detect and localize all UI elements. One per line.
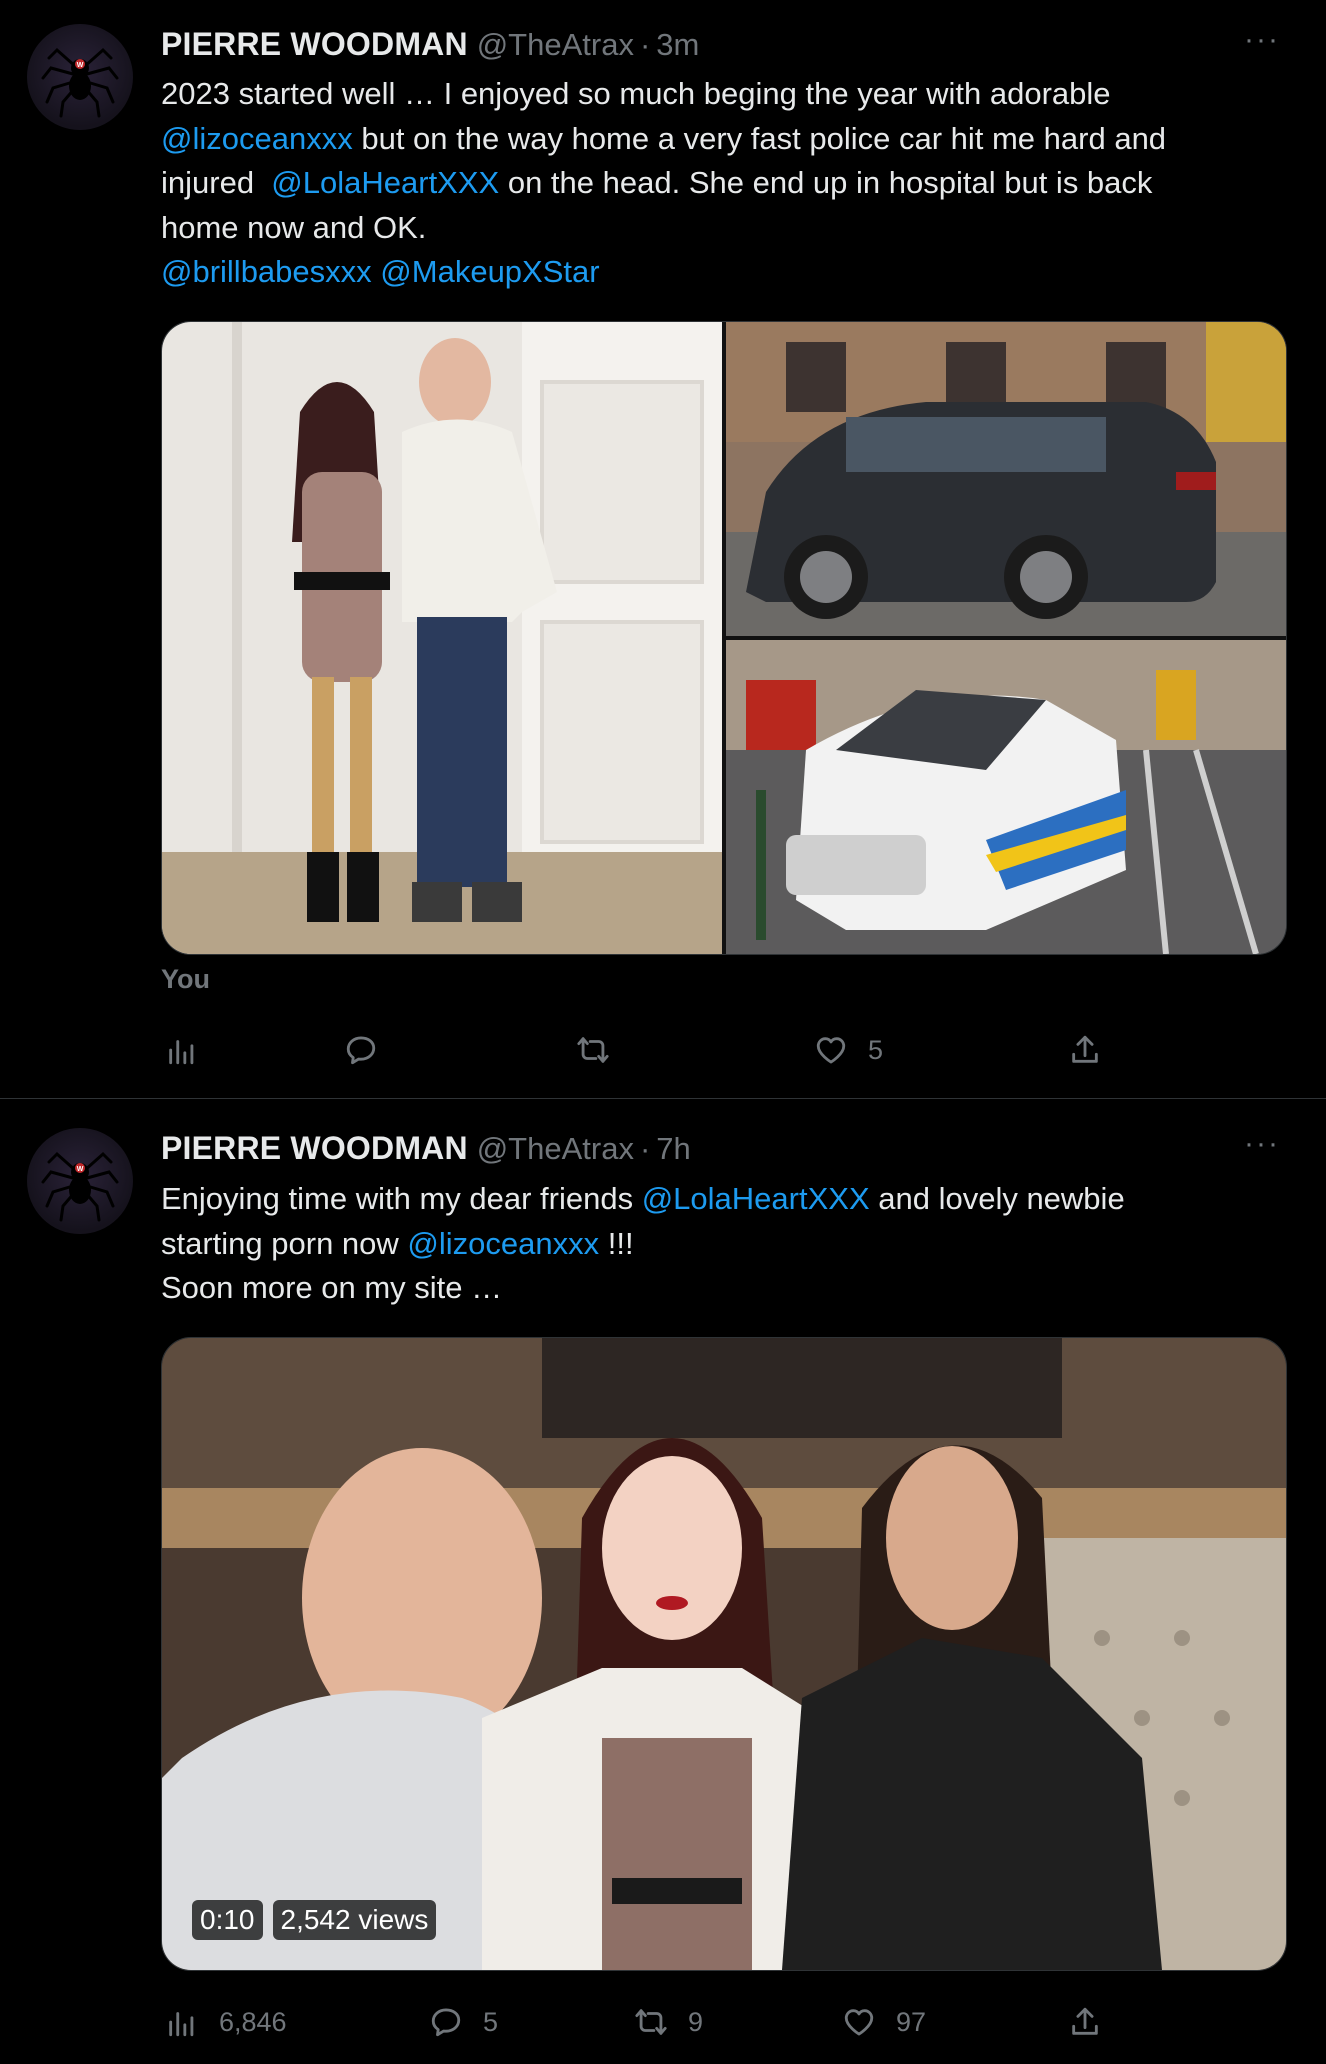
photo-suv[interactable] bbox=[726, 322, 1286, 636]
text-line: starting porn now bbox=[161, 1225, 408, 1261]
timestamp[interactable]: 7h bbox=[656, 1131, 690, 1166]
view-count: 6,846 bbox=[219, 2006, 287, 2037]
video-badges: 0:10 2,542 views bbox=[192, 1900, 437, 1940]
separator: · bbox=[639, 27, 651, 62]
share-button[interactable] bbox=[1068, 1025, 1102, 1075]
video-thumbnail bbox=[162, 1338, 1286, 1970]
retweet-icon bbox=[577, 1037, 609, 1063]
timestamp[interactable]: 3m bbox=[656, 27, 699, 62]
video-player[interactable]: 0:10 2,542 views bbox=[161, 1337, 1287, 1971]
svg-text:W: W bbox=[77, 62, 84, 69]
video-duration: 0:10 bbox=[192, 1900, 263, 1940]
mention-link[interactable]: @brillbabesxxx bbox=[161, 254, 372, 289]
more-icon[interactable]: ··· bbox=[1242, 25, 1282, 66]
analytics-icon bbox=[169, 1040, 194, 1065]
analytics-button[interactable] bbox=[165, 1025, 199, 1075]
text-line: injured bbox=[161, 165, 272, 201]
retweet-button[interactable] bbox=[576, 1025, 610, 1075]
share-icon bbox=[1072, 1035, 1098, 1063]
text-line: and lovely newbie bbox=[869, 1181, 1125, 1216]
share-icon bbox=[1072, 2007, 1098, 2035]
spider-logo-icon: W bbox=[41, 1151, 119, 1222]
mention-link[interactable]: @lizoceanxxx bbox=[161, 121, 353, 156]
more-icon[interactable]: ··· bbox=[1242, 1129, 1282, 1170]
mention-link[interactable]: @LolaHeartXXX bbox=[642, 1181, 870, 1216]
tweet-header: PIERRE WOODMAN @TheAtrax · 7h bbox=[161, 1128, 691, 1168]
photo-police-car[interactable] bbox=[726, 640, 1286, 954]
like-icon bbox=[816, 1037, 846, 1064]
text-line: Enjoying time with my dear friends bbox=[161, 1181, 642, 1216]
retweet-button[interactable]: 9 bbox=[634, 1997, 703, 2047]
video-views: 2,542 views bbox=[272, 1900, 437, 1940]
mention-link[interactable]: @lizoceanxxx bbox=[407, 1226, 599, 1261]
author-name[interactable]: PIERRE WOODMAN bbox=[161, 1130, 468, 1166]
like-icon bbox=[844, 2009, 874, 2036]
avatar[interactable]: W bbox=[27, 1128, 133, 1234]
action-bar: 5 bbox=[161, 1025, 1121, 1075]
author-handle[interactable]: @TheAtrax bbox=[477, 27, 634, 62]
text-line: !!! bbox=[599, 1225, 634, 1261]
analytics-button[interactable]: 6,846 bbox=[165, 1997, 287, 2047]
photo-grid bbox=[161, 321, 1287, 955]
reply-button[interactable] bbox=[344, 1025, 378, 1075]
like-button[interactable]: 97 bbox=[842, 1997, 926, 2047]
text-line: home now and OK. bbox=[161, 209, 427, 245]
separator: · bbox=[639, 1131, 651, 1166]
action-bar: 6,846 5 9 97 bbox=[161, 1997, 1121, 2047]
retweet-count: 9 bbox=[688, 2006, 704, 2037]
retweet-icon bbox=[635, 2009, 667, 2035]
analytics-icon bbox=[169, 2012, 194, 2037]
reply-icon bbox=[346, 1036, 376, 1065]
like-button[interactable]: 5 bbox=[814, 1025, 883, 1075]
author-name[interactable]: PIERRE WOODMAN bbox=[161, 26, 468, 62]
tweet[interactable]: W PIERRE WOODMAN @TheAtrax · 3m ··· 2023 s… bbox=[0, 0, 1326, 1099]
tweet[interactable]: W PIERRE WOODMAN @TheAtrax · 7h ··· Enjoyi… bbox=[0, 1099, 1326, 2064]
spider-logo-icon: W bbox=[41, 47, 119, 118]
like-count: 97 bbox=[896, 2006, 927, 2037]
photo-couple[interactable] bbox=[162, 322, 722, 954]
like-count: 5 bbox=[868, 1034, 884, 1065]
svg-text:W: W bbox=[77, 1166, 84, 1173]
you-label: You bbox=[161, 964, 210, 994]
reply-icon bbox=[431, 2008, 461, 2037]
text-line: on the head. She end up in hospital but … bbox=[499, 165, 1153, 201]
text-line: Soon more on my site … bbox=[161, 1270, 503, 1306]
reply-count: 5 bbox=[483, 2006, 499, 2037]
reply-button[interactable]: 5 bbox=[429, 1997, 498, 2047]
share-button[interactable] bbox=[1068, 1997, 1102, 2047]
avatar[interactable]: W bbox=[27, 24, 133, 130]
mention-link[interactable]: @MakeupXStar bbox=[380, 254, 599, 289]
text-line: but on the way home a very fast police c… bbox=[352, 120, 1167, 156]
tweet-text: 2023 started well … I enjoyed so much be… bbox=[161, 72, 1281, 295]
text-line: 2023 started well … I enjoyed so much be… bbox=[161, 76, 1111, 111]
mention-link[interactable]: @LolaHeartXXX bbox=[271, 165, 499, 200]
tweet-text: Enjoying time with my dear friends @Lola… bbox=[161, 1177, 1281, 1311]
author-handle[interactable]: @TheAtrax bbox=[477, 1131, 634, 1166]
tweet-header: PIERRE WOODMAN @TheAtrax · 3m bbox=[161, 24, 699, 64]
